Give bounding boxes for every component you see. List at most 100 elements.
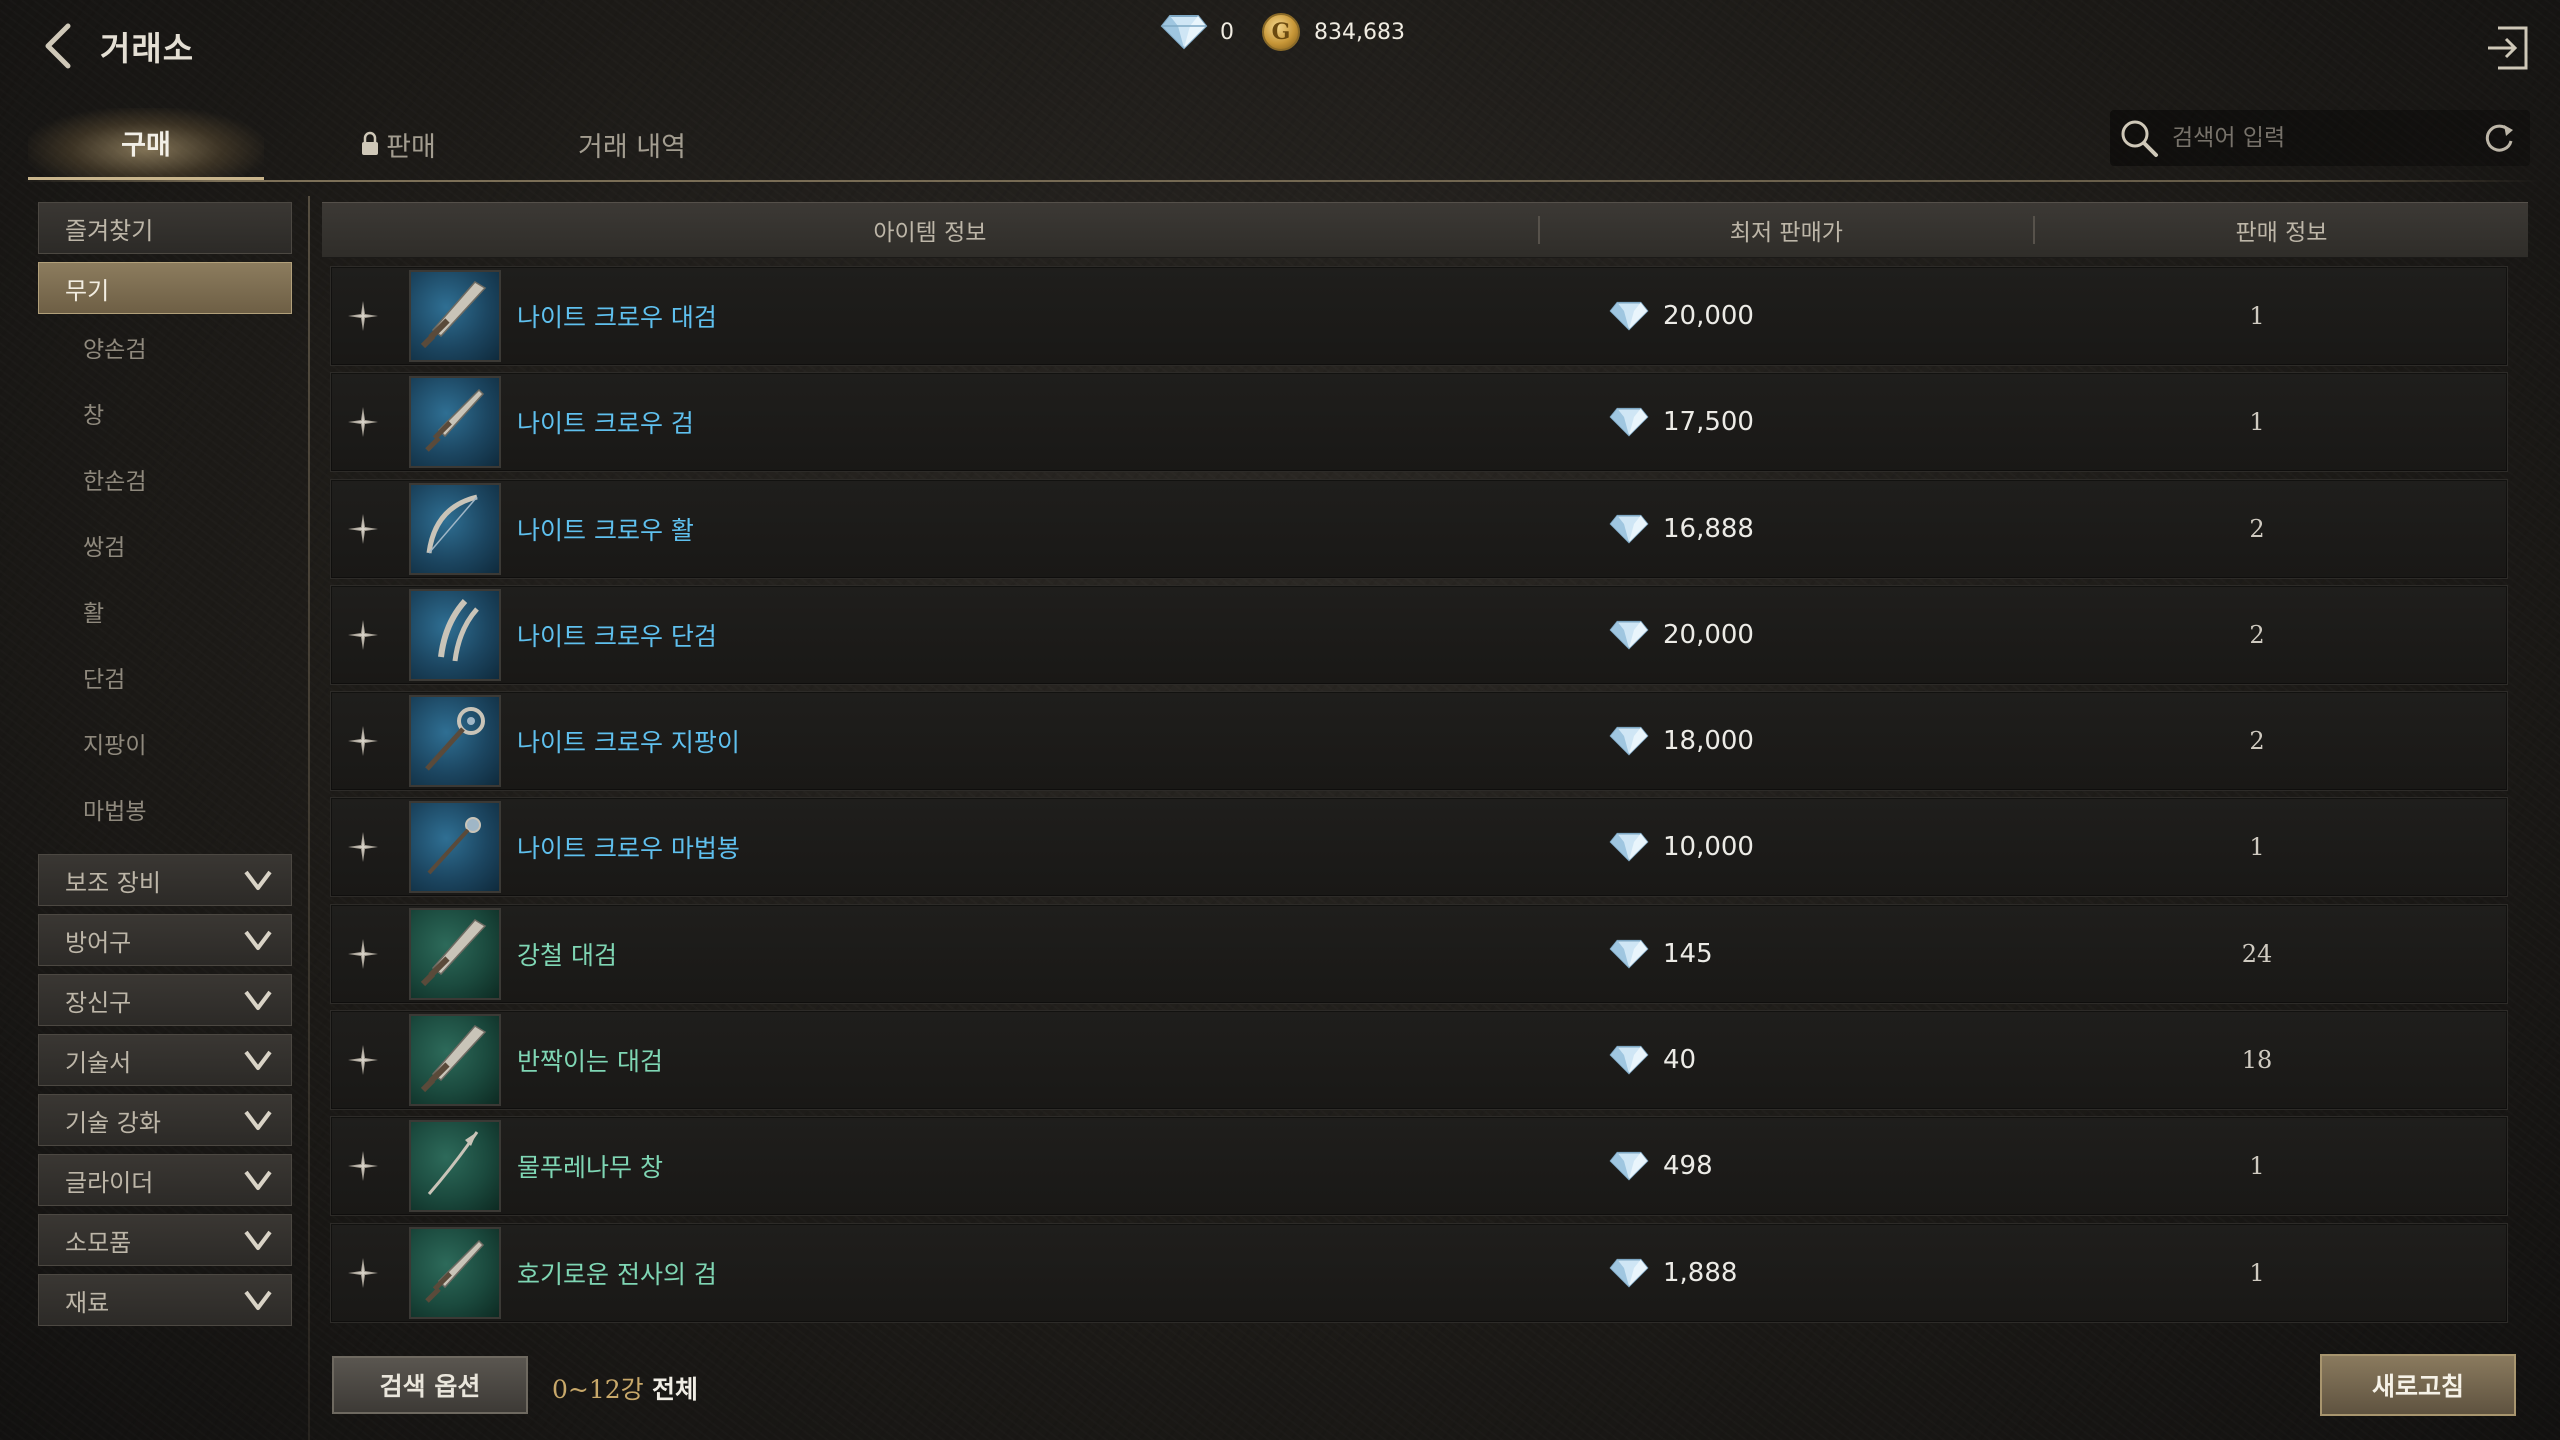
gold-coin-icon: G xyxy=(1262,13,1300,51)
spear-icon xyxy=(415,1124,495,1208)
favorite-toggle[interactable] xyxy=(331,618,395,652)
header-lowest-price[interactable]: 최저 판매가 xyxy=(1540,203,2033,257)
category-label: 방어구 xyxy=(65,928,132,957)
category-weapons[interactable]: 무기 xyxy=(38,262,292,314)
sale-count: 1 xyxy=(2249,833,2265,862)
favorite-toggle[interactable] xyxy=(331,937,395,971)
lock-icon xyxy=(362,131,379,155)
currency-bar: 0 G 834,683 xyxy=(1160,12,1433,52)
sidebar-divider xyxy=(308,196,310,1440)
favorite-toggle[interactable] xyxy=(331,1043,395,1077)
table-row[interactable]: 나이트 크로우 마법봉 10,000 1 xyxy=(330,797,2508,898)
category-label: 기술 강화 xyxy=(65,1108,161,1137)
search-reset-icon[interactable] xyxy=(2482,121,2516,155)
subcategory-wand[interactable]: 마법봉 xyxy=(38,776,292,842)
item-name[interactable]: 나이트 크로우 지팡이 xyxy=(517,723,1527,759)
table-row[interactable]: 나이트 크로우 대검 20,000 1 xyxy=(330,266,2508,366)
price-value: 40 xyxy=(1663,1045,1697,1076)
exit-icon[interactable] xyxy=(2484,22,2532,74)
favorite-toggle[interactable] xyxy=(331,1256,395,1290)
item-icon-frame[interactable] xyxy=(409,1226,501,1319)
item-name[interactable]: 나이트 크로우 검 xyxy=(517,404,1527,440)
favorite-star-icon xyxy=(348,513,378,544)
tab-sell[interactable]: 판매 xyxy=(314,108,482,180)
search-options-button[interactable]: 검색 옵션 xyxy=(332,1356,528,1414)
category-list: 보조 장비방어구장신구기술서기술 강화글라이더소모품재료 xyxy=(38,854,292,1326)
lowest-price: 145 xyxy=(1527,939,2087,969)
category-collapsed[interactable]: 방어구 xyxy=(38,914,292,966)
back-arrow-icon[interactable] xyxy=(38,20,78,72)
favorite-toggle[interactable] xyxy=(331,724,395,758)
item-icon-frame[interactable] xyxy=(409,907,501,1000)
item-name[interactable]: 호기로운 전사의 검 xyxy=(517,1255,1527,1291)
item-icon-frame[interactable] xyxy=(409,376,501,469)
table-row[interactable]: 나이트 크로우 검 17,500 1 xyxy=(330,372,2508,473)
category-collapsed[interactable]: 기술 강화 xyxy=(38,1094,292,1146)
item-icon-frame[interactable] xyxy=(409,1014,501,1107)
category-collapsed[interactable]: 기술서 xyxy=(38,1034,292,1086)
category-collapsed[interactable]: 소모품 xyxy=(38,1214,292,1266)
tab-history[interactable]: 거래 내역 xyxy=(512,108,752,180)
favorite-toggle[interactable] xyxy=(331,1149,395,1183)
item-icon-frame[interactable] xyxy=(409,801,501,894)
item-icon-frame[interactable] xyxy=(409,588,501,681)
subcategory-one-handed-sword[interactable]: 한손검 xyxy=(38,446,292,512)
category-collapsed[interactable]: 장신구 xyxy=(38,974,292,1026)
item-name[interactable]: 나이트 크로우 활 xyxy=(517,511,1527,547)
item-name[interactable]: 반짝이는 대검 xyxy=(517,1042,1527,1078)
search-input[interactable] xyxy=(2172,110,2482,166)
tab-bar: 구매 판매 거래 내역 xyxy=(28,108,752,180)
subcategory-bow[interactable]: 활 xyxy=(38,578,292,644)
category-collapsed[interactable]: 글라이더 xyxy=(38,1154,292,1206)
item-name[interactable]: 나이트 크로우 단검 xyxy=(517,617,1527,653)
table-row[interactable]: 호기로운 전사의 검 1,888 1 xyxy=(330,1222,2508,1323)
filter-scope: 전체 xyxy=(652,1375,699,1404)
sale-count: 2 xyxy=(2249,620,2265,649)
favorite-toggle[interactable] xyxy=(331,405,395,439)
item-icon-frame[interactable] xyxy=(409,695,501,788)
item-name[interactable]: 물푸레나무 창 xyxy=(517,1148,1527,1184)
category-collapsed[interactable]: 재료 xyxy=(38,1274,292,1326)
tab-history-label: 거래 내역 xyxy=(578,131,686,163)
table-row[interactable]: 나이트 크로우 단검 20,000 2 xyxy=(330,584,2508,685)
favorite-star-icon xyxy=(348,938,378,969)
price-value: 20,000 xyxy=(1663,301,1754,331)
greatsword-icon xyxy=(415,1018,495,1102)
favorite-star-icon xyxy=(348,1045,378,1076)
favorite-toggle[interactable] xyxy=(331,299,395,333)
refresh-button[interactable]: 새로고침 xyxy=(2320,1354,2516,1416)
category-favorites[interactable]: 즐겨찾기 xyxy=(38,202,292,254)
item-list: 나이트 크로우 대검 20,000 1 나이트 크로우 검 17,500 1 나이트 크로우… xyxy=(330,266,2508,1329)
gold-balance: G 834,683 xyxy=(1262,13,1405,51)
diamond-icon xyxy=(1609,514,1649,544)
item-name[interactable]: 나이트 크로우 마법봉 xyxy=(517,829,1527,865)
table-row[interactable]: 나이트 크로우 활 16,888 2 xyxy=(330,478,2508,579)
tab-buy[interactable]: 구매 xyxy=(28,108,264,180)
table-row[interactable]: 강철 대검 145 24 xyxy=(330,903,2508,1004)
subcategory-dagger[interactable]: 단검 xyxy=(38,644,292,710)
diamond-balance: 0 xyxy=(1160,14,1234,50)
table-row[interactable]: 물푸레나무 창 498 1 xyxy=(330,1116,2508,1217)
item-icon-frame[interactable] xyxy=(409,482,501,575)
favorite-star-icon xyxy=(348,832,378,863)
favorite-toggle[interactable] xyxy=(331,512,395,546)
item-icon-frame[interactable] xyxy=(409,1120,501,1213)
item-icon-frame[interactable] xyxy=(409,270,501,362)
header-sale-info: 판매 정보 xyxy=(2235,220,2328,246)
subcategory-two-handed-sword[interactable]: 양손검 xyxy=(38,314,292,380)
favorite-toggle[interactable] xyxy=(331,830,395,864)
lowest-price: 18,000 xyxy=(1527,726,2087,756)
table-row[interactable]: 반짝이는 대검 40 18 xyxy=(330,1010,2508,1111)
subcategory-spear[interactable]: 창 xyxy=(38,380,292,446)
category-collapsed[interactable]: 보조 장비 xyxy=(38,854,292,906)
item-name[interactable]: 나이트 크로우 대검 xyxy=(517,298,1527,334)
subcategory-dual-swords[interactable]: 쌍검 xyxy=(38,512,292,578)
subcategory-staff[interactable]: 지팡이 xyxy=(38,710,292,776)
tab-sell-label: 판매 xyxy=(386,131,436,163)
favorite-star-icon xyxy=(348,726,378,757)
sale-count: 24 xyxy=(2241,939,2273,968)
favorite-star-icon xyxy=(348,1257,378,1288)
item-name[interactable]: 강철 대검 xyxy=(517,936,1527,972)
weapon-subcategory-list: 양손검 창 한손검 쌍검 활 단검 지팡이 마법봉 xyxy=(38,314,292,842)
table-row[interactable]: 나이트 크로우 지팡이 18,000 2 xyxy=(330,691,2508,792)
